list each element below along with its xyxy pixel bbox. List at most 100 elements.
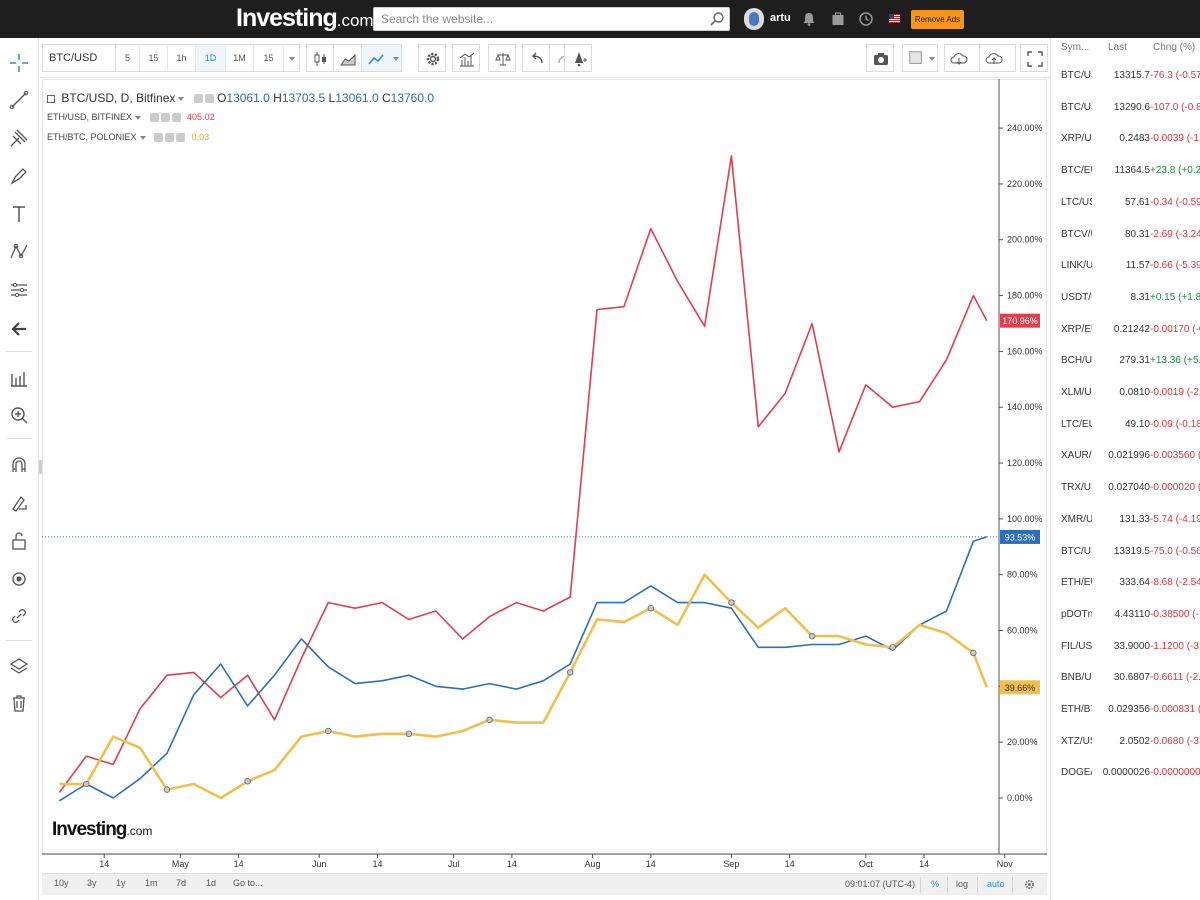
watchlist-row[interactable]: BTC/EUR 11364.5+23.8 (+0.21%) [1051, 165, 1200, 197]
range-3y[interactable]: 3y [87, 878, 97, 888]
watchlist-row[interactable]: BNB/USD 30.6807-0.6611 (-2.11%) [1051, 672, 1200, 704]
back-arrow-icon[interactable] [7, 317, 31, 341]
watchlist-row[interactable]: XAUR/USD 0.021996-0.003560 (-13.9%) [1051, 450, 1200, 482]
watchlist-row[interactable]: ETH/EUR 333.64-8.68 (-2.54%) [1051, 577, 1200, 609]
magnet-icon[interactable] [7, 453, 31, 477]
column-last[interactable]: Last [1108, 42, 1127, 53]
goto-date[interactable]: Go to... [233, 878, 263, 888]
zoom-in-icon[interactable] [7, 403, 31, 427]
watchlist-row[interactable]: BTC/USD 13315.7-76.3 (-0.57%) [1051, 70, 1200, 102]
main-symbol[interactable]: BTC/USD, D, Bitfinex [61, 91, 175, 105]
clock-icon[interactable] [858, 11, 874, 27]
layers-icon[interactable] [7, 654, 31, 678]
interval-15[interactable]: 15 [140, 45, 168, 71]
fullscreen-icon[interactable] [1020, 44, 1048, 72]
legend-eye-icon[interactable] [193, 94, 203, 104]
legend-settings-icon[interactable] [160, 113, 170, 123]
compare-icon[interactable] [488, 44, 516, 72]
avatar[interactable] [744, 8, 764, 30]
percent-scale-toggle[interactable]: % [931, 879, 939, 889]
layout-icon[interactable] [902, 44, 938, 72]
line-chart-icon[interactable] [362, 44, 402, 72]
indicators-icon[interactable] [452, 44, 480, 72]
legend-eye-icon[interactable] [154, 133, 164, 143]
username[interactable]: artu [770, 12, 791, 24]
brush-icon[interactable] [7, 164, 31, 188]
search-input[interactable] [374, 8, 694, 30]
watchlist-row[interactable]: pDOTn/USD 4.43110-0.38500 (-7.99%) [1051, 609, 1200, 641]
collapse-legend-icon[interactable] [47, 94, 55, 103]
range-10y[interactable]: 10y [54, 878, 69, 888]
lock-drawing-icon[interactable] [7, 491, 31, 515]
watchlist-row[interactable]: BTC/USD 13319.5-75.0 (-0.56%) [1051, 546, 1200, 578]
column-change[interactable]: Chng (%) [1153, 42, 1195, 53]
search-icon[interactable] [709, 11, 725, 27]
watchlist-row[interactable]: LTC/EUR 49.10-0.09 (-0.18%) [1051, 419, 1200, 451]
watchlist-row[interactable]: LTC/USD 57.61-0.34 (-0.59%) [1051, 197, 1200, 229]
column-symbol[interactable]: Sym... [1061, 42, 1089, 53]
x-tick-label: May [172, 859, 190, 869]
watchlist-row[interactable]: BCH/USD 279.31+13.36 (+5.02%) [1051, 355, 1200, 387]
area-chart-icon[interactable] [334, 44, 362, 72]
interval-1m[interactable]: 1M [226, 45, 254, 71]
range-1y[interactable]: 1y [116, 878, 126, 888]
legend-settings-icon[interactable] [165, 133, 175, 143]
settings-gear-icon[interactable] [418, 44, 446, 72]
log-scale-toggle[interactable]: log [956, 879, 968, 889]
investing-logo[interactable]: Investing.com [236, 4, 374, 33]
cloud-load-icon[interactable] [944, 44, 980, 72]
interval-1d[interactable]: 1D [196, 45, 226, 71]
link-icon[interactable] [7, 604, 31, 628]
pattern-icon[interactable] [7, 240, 31, 264]
interval-15-custom[interactable]: 15 [254, 45, 284, 71]
range-1d[interactable]: 1d [206, 878, 216, 888]
chart-area[interactable]: 240.00% 220.00% 200.00% 180.00% 160.00% 140.0… [42, 79, 1047, 874]
watchlist-row[interactable]: XLM/USD 0.0810-0.0019 (-2.29%) [1051, 387, 1200, 419]
camera-icon[interactable] [866, 44, 894, 72]
watchlist-row[interactable]: BTC/USD 13290.6-107.0 (-0.80%) [1051, 102, 1200, 134]
legend-close-icon[interactable] [171, 113, 181, 123]
legend-caret-icon[interactable] [178, 96, 185, 101]
measure-icon[interactable] [7, 366, 31, 390]
text-icon[interactable] [7, 202, 31, 226]
auto-scale-toggle[interactable]: auto [987, 879, 1005, 889]
interval-dropdown[interactable] [284, 45, 299, 71]
undo-icon[interactable] [522, 44, 550, 72]
interval-5[interactable]: 5 [116, 45, 140, 71]
range-1m[interactable]: 1m [145, 878, 158, 888]
legend-settings-icon[interactable] [204, 94, 214, 104]
crosshair-icon[interactable] [7, 51, 31, 75]
watchlist-row[interactable]: USDT/USD 8.31+0.15 (+1.83%) [1051, 292, 1200, 324]
us-flag-icon[interactable] [889, 14, 900, 23]
watchlist-row[interactable]: ETH/BTC 0.029356-0.000831 (-2.75%) [1051, 704, 1200, 736]
remove-ads-button[interactable]: Remove Ads [911, 10, 964, 29]
range-7d[interactable]: 7d [176, 878, 186, 888]
legend-eye-icon[interactable] [149, 113, 159, 123]
interval-1h[interactable]: 1h [168, 45, 196, 71]
watchlist-row[interactable]: TRX/USD 0.027040-0.000020 (-0.07%) [1051, 482, 1200, 514]
symbol-search[interactable]: BTC/USD [42, 44, 116, 72]
watchlist-row[interactable]: DOGE/USD 0.0000026-0.00000001 (-0.38%) [1051, 767, 1200, 799]
legend-close-icon[interactable] [176, 133, 186, 143]
trash-icon[interactable] [7, 691, 31, 715]
cloud-save-icon[interactable] [980, 44, 1016, 72]
prediction-icon[interactable] [7, 278, 31, 302]
portfolio-icon[interactable] [830, 11, 846, 27]
watchlist-row[interactable]: XRP/USD 0.2483-0.0039 (-1.55%) [1051, 133, 1200, 165]
watchlist-change: -1.1200 (-3.20%) [1150, 640, 1200, 652]
watchlist-row[interactable]: BTCV/USD 80.31-2.69 (-3.24%) [1051, 229, 1200, 261]
watchlist-row[interactable]: FIL/USD 33.9000-1.1200 (-3.20%) [1051, 641, 1200, 673]
watchlist-row[interactable]: XMR/USD 131.33-5.74 (-4.19%) [1051, 514, 1200, 546]
bell-icon[interactable] [801, 11, 817, 27]
pitchfork-icon[interactable] [7, 126, 31, 150]
alert-icon[interactable] [564, 44, 592, 72]
unlock-icon[interactable] [7, 529, 31, 553]
trend-line-icon[interactable] [7, 88, 31, 112]
price-chart[interactable]: 240.00%220.00%200.00%180.00%160.00%140.0… [42, 79, 1047, 874]
watchlist-row[interactable]: XTZ/USD 2.0502-0.0680 (-3.21%) [1051, 736, 1200, 768]
candles-icon[interactable] [306, 44, 334, 72]
watchlist-row[interactable]: XRP/EUR 0.21242-0.00170 (-0.79%) [1051, 324, 1200, 356]
visibility-icon[interactable] [7, 567, 31, 591]
watchlist-row[interactable]: LINK/USD 11.57-0.66 (-5.39%) [1051, 260, 1200, 292]
settings-gear-icon[interactable] [1023, 878, 1036, 891]
